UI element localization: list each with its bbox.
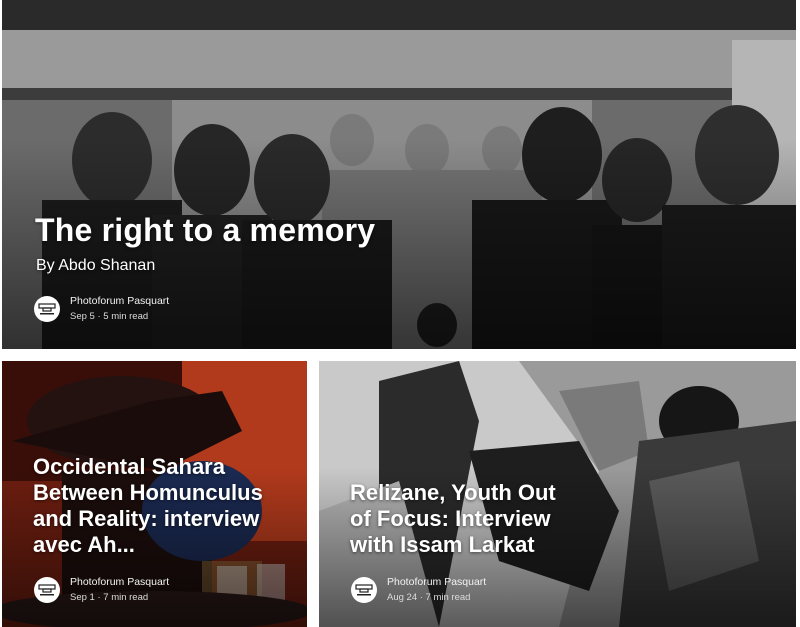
publication-logo-icon[interactable] (351, 577, 377, 603)
card-title[interactable]: Relizane, Youth Out of Focus: Interview … (350, 480, 570, 558)
card-meta: Photoforum Pasquart Aug 24 · 7 min read (351, 575, 486, 605)
publication-logo-icon[interactable] (34, 577, 60, 603)
publication-name[interactable]: Photoforum Pasquart (70, 294, 169, 309)
card-meta-text: Photoforum Pasquart Aug 24 · 7 min read (387, 575, 486, 605)
card-meta-text: Photoforum Pasquart Sep 1 · 7 min read (70, 575, 169, 605)
date-read-time: Sep 1 · 7 min read (70, 592, 149, 603)
article-card-sahara[interactable]: Occidental Sahara Between Homunculus and… (2, 361, 307, 627)
hero-article-card[interactable]: The right to a memory By Abdo Shanan Pho… (2, 0, 796, 349)
article-card-relizane[interactable]: Relizane, Youth Out of Focus: Interview … (319, 361, 796, 627)
date-read-time: Sep 5 · 5 min read (70, 311, 149, 322)
date-read-time: Aug 24 · 7 min read (387, 592, 471, 603)
hero-title[interactable]: The right to a memory (35, 212, 375, 249)
hero-meta: Photoforum Pasquart Sep 5 · 5 min read (34, 294, 169, 324)
hero-meta-text: Photoforum Pasquart Sep 5 · 5 min read (70, 294, 169, 324)
card-meta: Photoforum Pasquart Sep 1 · 7 min read (34, 575, 169, 605)
publication-name[interactable]: Photoforum Pasquart (387, 575, 486, 590)
publication-logo-icon[interactable] (34, 296, 60, 322)
publication-name[interactable]: Photoforum Pasquart (70, 575, 169, 590)
hero-subtitle: By Abdo Shanan (36, 257, 156, 274)
card-title[interactable]: Occidental Sahara Between Homunculus and… (33, 454, 283, 558)
